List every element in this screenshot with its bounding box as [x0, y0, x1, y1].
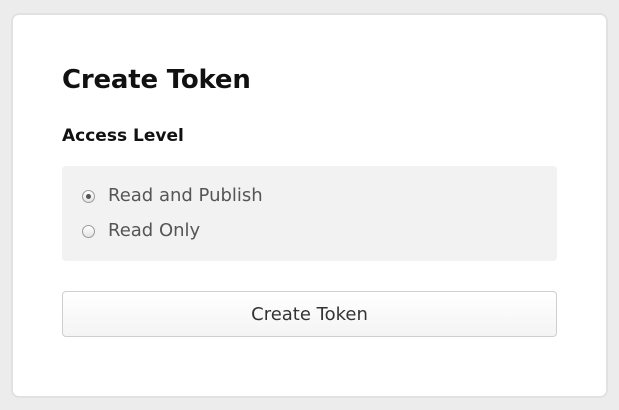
create-token-button[interactable]: Create Token: [62, 291, 557, 337]
radio-label-read-only: Read Only: [108, 220, 201, 241]
access-level-radio-group: Read and Publish Read Only: [62, 166, 557, 261]
create-token-card: Create Token Access Level Read and Publi…: [11, 13, 608, 398]
radio-option-read-only[interactable]: Read Only: [82, 219, 200, 243]
page-title: Create Token: [62, 65, 251, 95]
access-level-label: Access Level: [62, 126, 184, 146]
radio-button-read-only[interactable]: [82, 224, 95, 238]
radio-option-read-and-publish[interactable]: Read and Publish: [82, 184, 263, 208]
radio-label-read-and-publish: Read and Publish: [108, 185, 263, 206]
radio-button-read-and-publish[interactable]: [82, 189, 95, 203]
